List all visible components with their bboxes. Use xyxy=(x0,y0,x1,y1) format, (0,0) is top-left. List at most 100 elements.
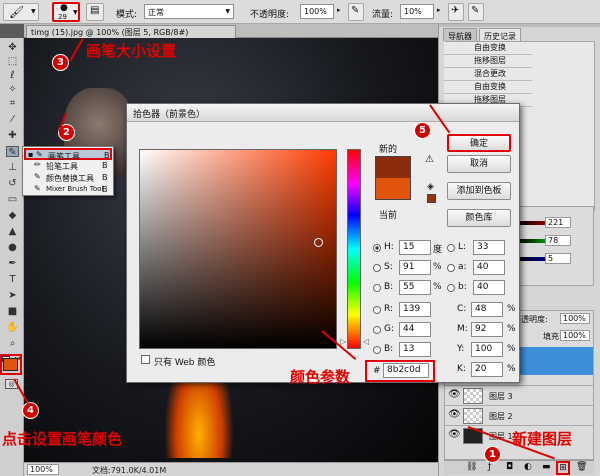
color-field[interactable] xyxy=(139,149,337,349)
brush-panel-toggle[interactable]: ▤ xyxy=(86,3,104,21)
hue-slider-arrow-right[interactable]: ◁ xyxy=(363,337,369,346)
web-only-checkbox[interactable] xyxy=(141,355,150,364)
fx-icon[interactable]: ƒ xyxy=(488,462,491,472)
document-tab[interactable]: timg (15).jpg @ 100% (图层 5, RGB/8#) xyxy=(26,25,236,38)
web-cube-icon[interactable]: ◈ xyxy=(427,182,434,192)
blur-tool-icon[interactable]: ▲ xyxy=(6,226,19,237)
lab-b-input[interactable]: 40 xyxy=(473,280,505,295)
g-radio[interactable] xyxy=(373,326,381,334)
hex-input[interactable]: 8b2c0d xyxy=(383,363,429,378)
clone-stamp-tool-icon[interactable]: ⊥ xyxy=(6,162,19,173)
tablet-size-button[interactable]: ✎ xyxy=(468,3,484,21)
crop-tool-icon[interactable]: ⌗ xyxy=(6,98,19,109)
tablet-opacity-button[interactable]: ✎ xyxy=(348,3,364,21)
adjustment-icon[interactable]: ◐ xyxy=(524,462,532,472)
history-item[interactable]: 自由变换 xyxy=(444,81,532,94)
history-item[interactable]: 自由变换 xyxy=(444,42,532,55)
flyout-item-mixer-brush[interactable]: ✎ Mixer Brush Tool B xyxy=(24,184,112,196)
healing-brush-tool-icon[interactable]: ✚ xyxy=(6,130,19,141)
r-radio[interactable] xyxy=(373,306,381,314)
b-radio[interactable] xyxy=(373,284,381,292)
chevron-right-icon[interactable]: ▸ xyxy=(437,6,441,14)
rgb-b-radio[interactable] xyxy=(373,346,381,354)
flow-input[interactable]: 10% xyxy=(400,4,434,19)
marquee-tool-icon[interactable]: ⬚ xyxy=(6,56,19,67)
layers-opacity-input[interactable]: 100% xyxy=(560,313,590,324)
tab-history[interactable]: 历史记录 xyxy=(479,28,521,41)
document-tab-bar: timg (15).jpg @ 100% (图层 5, RGB/8#) xyxy=(24,24,438,38)
move-tool-icon[interactable]: ✥ xyxy=(6,42,19,53)
fill-input[interactable]: 100% xyxy=(560,330,590,341)
new-layer-icon[interactable]: ⊞ xyxy=(556,461,570,475)
paint-bucket-tool-icon[interactable]: ◆ xyxy=(6,210,19,221)
lasso-tool-icon[interactable]: ℓ xyxy=(6,70,19,81)
flyout-item-brush[interactable]: ▪ ✎ 画笔工具 B xyxy=(24,148,112,161)
cancel-button[interactable]: 取消 xyxy=(447,155,511,173)
brush-size-picker[interactable]: ● 29 ▼ xyxy=(52,2,80,22)
tab-navigator[interactable]: 导航器 xyxy=(443,28,477,41)
add-to-swatches-button[interactable]: 添加到色板 xyxy=(447,182,511,200)
history-item[interactable]: 拖移图层 xyxy=(444,55,532,68)
dodge-tool-icon[interactable]: ● xyxy=(6,242,19,253)
brush-tool-icon[interactable]: ✎ xyxy=(6,146,19,158)
l-input[interactable]: 33 xyxy=(473,240,505,255)
selected-layer-row[interactable] xyxy=(517,347,593,375)
tool-preset-picker[interactable]: 🖌 ▼ xyxy=(3,3,39,21)
zoom-tool-icon[interactable]: ⌕ xyxy=(6,338,19,349)
trash-icon[interactable]: 🗑 xyxy=(576,462,587,472)
airbrush-button[interactable]: ✈ xyxy=(448,3,464,21)
flyout-item-label: 铅笔工具 xyxy=(46,162,78,171)
ok-button[interactable]: 确定 xyxy=(447,134,511,152)
rgb-b-input[interactable]: 13 xyxy=(399,342,431,357)
r-input[interactable]: 139 xyxy=(399,302,431,317)
b-input[interactable]: 55 xyxy=(399,280,431,295)
c-input[interactable]: 48 xyxy=(471,302,503,317)
green-value[interactable]: 78 xyxy=(545,235,571,246)
layer-row[interactable]: 👁 图层 3 xyxy=(445,385,593,405)
color-field-cursor[interactable] xyxy=(314,238,323,247)
type-tool-icon[interactable]: T xyxy=(6,274,19,285)
l-radio[interactable] xyxy=(447,244,455,252)
shape-tool-icon[interactable]: ■ xyxy=(6,306,19,317)
current-color-swatch[interactable] xyxy=(376,178,410,199)
red-value[interactable]: 221 xyxy=(545,217,571,228)
color-libraries-button[interactable]: 颜色库 xyxy=(447,209,511,227)
lab-b-radio[interactable] xyxy=(447,284,455,292)
mask-icon[interactable]: ◘ xyxy=(506,462,513,472)
s-input[interactable]: 91 xyxy=(399,260,431,275)
a-radio[interactable] xyxy=(447,264,455,272)
h-input[interactable]: 15 xyxy=(399,240,431,255)
eye-icon[interactable]: 👁 xyxy=(448,389,461,400)
eyedropper-tool-icon[interactable]: ⁄ xyxy=(6,114,19,125)
hue-slider[interactable] xyxy=(347,149,361,349)
k-input[interactable]: 20 xyxy=(471,362,503,377)
eye-icon[interactable]: 👁 xyxy=(448,429,461,440)
hand-tool-icon[interactable]: ✋ xyxy=(6,322,19,333)
blue-value[interactable]: 5 xyxy=(545,253,571,264)
web-safe-swatch[interactable] xyxy=(427,194,436,203)
warning-icon[interactable]: ⚠ xyxy=(425,154,434,165)
flyout-item-color-replace[interactable]: ✎ 颜色替换工具 B xyxy=(24,172,112,184)
eraser-tool-icon[interactable]: ▭ xyxy=(6,194,19,205)
eye-icon[interactable]: 👁 xyxy=(448,409,461,420)
chevron-right-icon[interactable]: ▸ xyxy=(337,6,341,14)
a-input[interactable]: 40 xyxy=(473,260,505,275)
pen-tool-icon[interactable]: ✒ xyxy=(6,258,19,269)
magic-wand-tool-icon[interactable]: ✧ xyxy=(6,84,19,95)
folder-icon[interactable]: ▬ xyxy=(542,462,551,472)
mode-select[interactable]: 正常 ▼ xyxy=(144,4,234,19)
link-icon[interactable]: ⛓ xyxy=(466,462,477,472)
flyout-item-pencil[interactable]: ✏ 铅笔工具 B xyxy=(24,160,112,172)
history-item[interactable]: 混合更改 xyxy=(444,68,532,81)
y-input[interactable]: 100 xyxy=(471,342,503,357)
opacity-input[interactable]: 100% xyxy=(300,4,334,19)
g-input[interactable]: 44 xyxy=(399,322,431,337)
layer-row[interactable]: 👁 图层 2 xyxy=(445,405,593,425)
m-input[interactable]: 92 xyxy=(471,322,503,337)
path-selection-tool-icon[interactable]: ➤ xyxy=(6,290,19,301)
s-radio[interactable] xyxy=(373,264,381,272)
foreground-color-swatch[interactable] xyxy=(3,358,18,371)
h-radio[interactable] xyxy=(373,244,381,252)
history-brush-tool-icon[interactable]: ↺ xyxy=(6,178,19,189)
zoom-field[interactable]: 100% xyxy=(27,464,59,475)
